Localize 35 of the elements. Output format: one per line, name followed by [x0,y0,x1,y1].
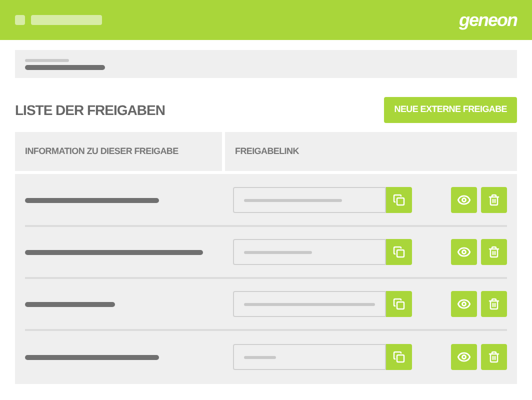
view-button[interactable] [451,187,477,213]
column-header: FREIGABELINK [225,132,517,171]
eye-icon [457,350,471,364]
eye-icon [457,193,471,207]
delete-button[interactable] [481,239,507,265]
link-field[interactable] [233,187,386,213]
trash-icon [488,246,500,258]
link-field[interactable] [233,344,386,370]
copy-icon [393,194,405,206]
label-placeholder [25,58,69,62]
copy-button[interactable] [386,344,412,370]
trash-icon [488,298,500,310]
trash-icon [488,194,500,206]
delete-button[interactable] [481,291,507,317]
link-field[interactable] [233,291,386,317]
eye-icon [457,297,471,311]
view-button[interactable] [451,291,477,317]
new-share-button[interactable]: NEUE EXTERNE FREIGABE [384,97,517,123]
delete-button[interactable] [481,187,507,213]
copy-icon [393,351,405,363]
delete-button[interactable] [481,344,507,370]
section-title: LISTE DER FREIGABEN [15,100,165,120]
column-header: INFORMATION ZU DIESER FREIGABE [15,132,222,171]
copy-button[interactable] [386,291,412,317]
trash-icon [488,351,500,363]
copy-icon [393,298,405,310]
copy-icon [393,246,405,258]
view-button[interactable] [451,344,477,370]
copy-button[interactable] [386,187,412,213]
view-button[interactable] [451,239,477,265]
link-field[interactable] [233,239,386,265]
breadcrumb-placeholder [31,15,102,25]
copy-button[interactable] [386,239,412,265]
logo: geneon [458,8,517,32]
eye-icon [457,245,471,259]
